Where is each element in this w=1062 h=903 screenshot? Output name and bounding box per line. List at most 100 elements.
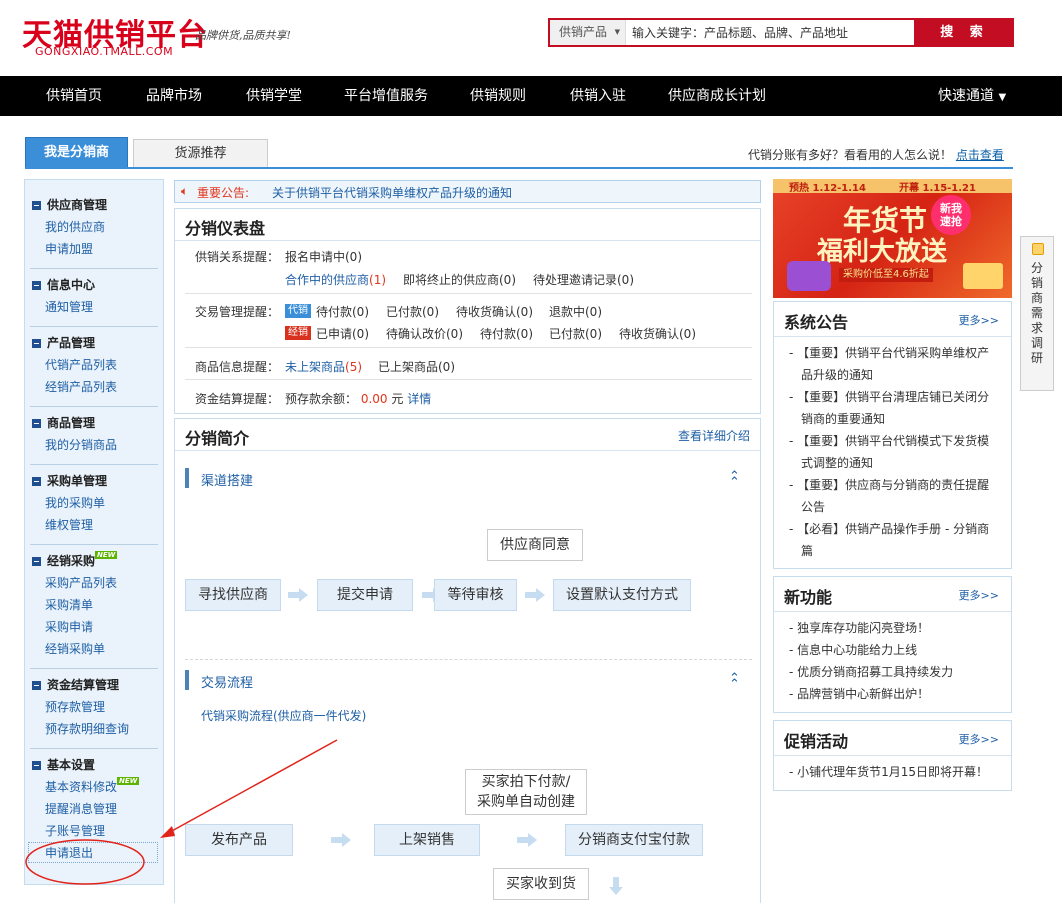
- sidebar-group-goods: 商品管理 我的分销商品: [30, 412, 158, 456]
- sidebar-item-profile[interactable]: 基本资料修改 NEW: [30, 776, 158, 798]
- group-title-label: 产品管理: [47, 336, 96, 350]
- sidebar-group-title[interactable]: 经销采购 NEW: [30, 550, 158, 572]
- tag-dealer: 经销: [285, 326, 311, 340]
- sidebar-item-notifications[interactable]: 通知管理: [30, 296, 158, 318]
- dashboard-panel: 分销仪表盘 供销关系提醒： 报名申请中(0) 合作中的供应商(1) 即将终止的供…: [174, 208, 761, 414]
- rel-invites[interactable]: 待处理邀请记录(0): [533, 271, 634, 288]
- sidebar-item-my-goods[interactable]: 我的分销商品: [30, 434, 158, 456]
- sidebar-group-title[interactable]: 商品管理: [30, 412, 158, 434]
- nav-growth-plan[interactable]: 供应商成长计划: [668, 76, 766, 116]
- rel-applying[interactable]: 报名申请中(0): [285, 248, 362, 265]
- nav-join[interactable]: 供销入驻: [570, 76, 626, 116]
- sidebar-item-rights[interactable]: 维权管理: [30, 514, 158, 536]
- sidebar-item-dealer-orders[interactable]: 经销采购单: [30, 638, 158, 660]
- trade-paid[interactable]: 已付款(0): [386, 303, 439, 320]
- sidebar-item-apply-exit[interactable]: 申请退出: [28, 842, 158, 863]
- announcement-item-cont[interactable]: 篇: [789, 540, 989, 562]
- promo-question-text: 代销分账有多好？看看用的人怎么说！: [748, 148, 953, 162]
- sidebar-item-apply-join[interactable]: 申请加盟: [30, 238, 158, 260]
- sidebar-item-purchase-products[interactable]: 采购产品列表: [30, 572, 158, 594]
- sidebar-item-deposit[interactable]: 预存款管理: [30, 696, 158, 718]
- fund-detail-link[interactable]: 详情: [407, 392, 431, 406]
- search-category-select[interactable]: 供销产品 ▼: [550, 20, 626, 45]
- announcement-item[interactable]: - 【重要】供销平台代销采购单维权产: [789, 342, 989, 364]
- sidebar-group-title[interactable]: 信息中心: [30, 274, 158, 296]
- announcement-item-cont[interactable]: 销商的重要通知: [789, 408, 989, 430]
- sidebar-item-my-purchase-orders[interactable]: 我的采购单: [30, 492, 158, 514]
- sidebar-item-dealer-products[interactable]: 经销产品列表: [30, 376, 158, 398]
- sidebar-group-title[interactable]: 资金结算管理: [30, 674, 158, 696]
- announcement-item[interactable]: - 【重要】供应商与分销商的责任提醒: [789, 474, 989, 496]
- nav-academy[interactable]: 供销学堂: [246, 76, 302, 116]
- promotions-more-link[interactable]: 更多>>: [959, 731, 999, 747]
- search-button[interactable]: 搜 索: [915, 18, 1014, 47]
- tab-source-recommend[interactable]: 货源推荐: [133, 139, 268, 168]
- rel-ending[interactable]: 即将终止的供应商(0): [403, 271, 516, 288]
- nav-quick-access[interactable]: 快速通道 ▼: [938, 76, 1006, 116]
- feature-item[interactable]: - 优质分销商招募工具持续发力: [789, 661, 953, 683]
- sidebar-group-title[interactable]: 基本设置: [30, 754, 158, 776]
- nav-rules[interactable]: 供销规则: [470, 76, 526, 116]
- logo-english[interactable]: GONGXIAO.TMALL.COM: [35, 45, 173, 58]
- goods-listed[interactable]: 已上架商品(0): [378, 358, 455, 375]
- sidebar-item-purchase-apply[interactable]: 采购申请: [30, 616, 158, 638]
- arrow-down-icon: [609, 877, 623, 897]
- sidebar-item-my-suppliers[interactable]: 我的供应商: [30, 216, 158, 238]
- search-box: 供销产品 ▼: [548, 18, 916, 47]
- trade-await-receipt[interactable]: 待收货确认(0): [456, 303, 533, 320]
- flow-submit-apply: 提交申请: [317, 579, 413, 611]
- divider: [185, 293, 752, 294]
- sidebar-group-funds: 资金结算管理 预存款管理 预存款明细查询: [30, 674, 158, 740]
- sidebar-item-reminders[interactable]: 提醒消息管理: [30, 798, 158, 820]
- divider: [30, 464, 158, 465]
- sidebar-item-deposit-detail[interactable]: 预存款明细查询: [30, 718, 158, 740]
- survey-float-tab[interactable]: 分销商需求调研: [1020, 236, 1054, 391]
- announcement-item[interactable]: - 【重要】供销平台清理店铺已关闭分: [789, 386, 989, 408]
- divider: [30, 668, 158, 669]
- trade-refunding[interactable]: 退款中(0): [549, 303, 602, 320]
- trade-flow-subtitle[interactable]: 代销采购流程(供应商一件代发): [201, 707, 366, 724]
- feature-text: 独享库存功能闪亮登场！: [797, 621, 930, 635]
- announcement-item[interactable]: - 【必看】供销产品操作手册 - 分销商: [789, 518, 989, 540]
- rel-cooperating[interactable]: 合作中的供应商(1): [285, 271, 386, 288]
- search-input[interactable]: [630, 20, 912, 45]
- features-more-link[interactable]: 更多>>: [959, 587, 999, 603]
- sidebar-group-title[interactable]: 采购单管理: [30, 470, 158, 492]
- promo-banner[interactable]: 预热 1.12-1.14 开幕 1.15-1.21 年货节 福利大放送 新我 速抢…: [773, 179, 1012, 298]
- divider: [30, 326, 158, 327]
- announcement-item-cont[interactable]: 式调整的通知: [789, 452, 989, 474]
- sidebar-item-subaccounts[interactable]: 子账号管理: [30, 820, 158, 842]
- dealer-unpaid[interactable]: 待付款(0): [480, 325, 533, 342]
- feature-item[interactable]: - 品牌营销中心新鲜出炉！: [789, 683, 953, 705]
- feature-item[interactable]: - 独享库存功能闪亮登场！: [789, 617, 953, 639]
- new-features-panel: 新功能 更多>> - 独享库存功能闪亮登场！ - 信息中心功能给力上线 - 优质…: [773, 576, 1012, 713]
- trade-unpaid[interactable]: 待付款(0): [316, 303, 369, 320]
- announcements-more-link[interactable]: 更多>>: [959, 312, 999, 328]
- sidebar-item-purchase-list[interactable]: 采购清单: [30, 594, 158, 616]
- goods-unlisted[interactable]: 未上架商品(5): [285, 358, 362, 375]
- group-title-label: 采购单管理: [47, 474, 108, 488]
- group-title-label: 资金结算管理: [47, 678, 120, 692]
- sidebar-group-title[interactable]: 产品管理: [30, 332, 158, 354]
- divider: [30, 544, 158, 545]
- nav-value-services[interactable]: 平台增值服务: [344, 76, 428, 116]
- dealer-price-confirm[interactable]: 待确认改价(0): [386, 325, 463, 342]
- announcement-item-cont[interactable]: 公告: [789, 496, 989, 518]
- feature-item[interactable]: - 信息中心功能给力上线: [789, 639, 953, 661]
- intro-more-link[interactable]: 查看详细介绍: [678, 427, 750, 444]
- announcement-item[interactable]: - 【重要】供销平台代销模式下发货模: [789, 430, 989, 452]
- notice-link[interactable]: 关于供销平台代销采购单维权产品升级的通知: [272, 184, 512, 201]
- sidebar-group-title[interactable]: 供应商管理: [30, 194, 158, 216]
- flow-list-sale: 上架销售: [374, 824, 480, 856]
- promotion-item[interactable]: - 小铺代理年货节1月15日即将开幕！: [789, 761, 988, 783]
- dealer-paid[interactable]: 已付款(0): [549, 325, 602, 342]
- tab-distributor[interactable]: 我是分销商: [25, 137, 128, 168]
- nav-home[interactable]: 供销首页: [46, 76, 102, 116]
- sidebar-item-consign-products[interactable]: 代销产品列表: [30, 354, 158, 376]
- dealer-applied[interactable]: 已申请(0): [316, 325, 369, 342]
- dealer-await-receipt[interactable]: 待收货确认(0): [619, 325, 696, 342]
- nav-brand-market[interactable]: 品牌市场: [146, 76, 202, 116]
- arrow-right-icon: [517, 833, 537, 847]
- promo-view-link[interactable]: 点击查看: [956, 148, 1004, 162]
- announcement-item-cont[interactable]: 品升级的通知: [789, 364, 989, 386]
